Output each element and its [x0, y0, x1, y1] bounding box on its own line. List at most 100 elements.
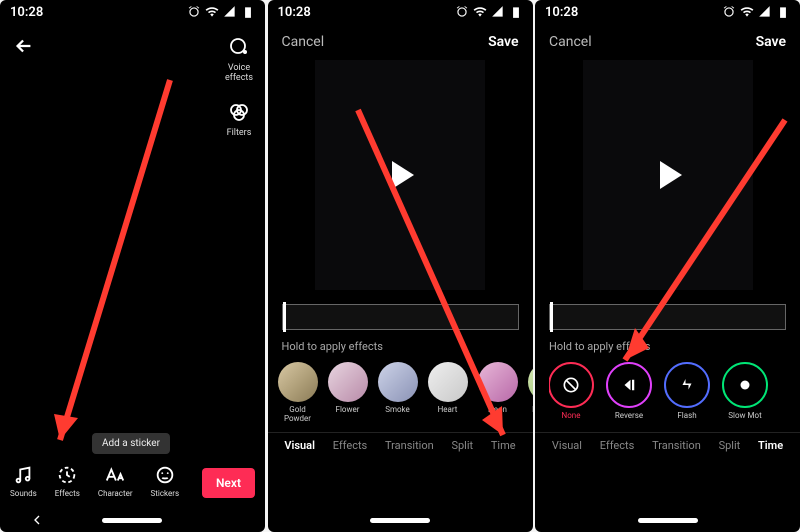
- apply-effects-hint: Hold to apply effects: [282, 340, 383, 353]
- tab-visual[interactable]: Visual: [284, 439, 315, 452]
- nav-home-pill[interactable]: [638, 518, 698, 523]
- wifi-icon: [740, 5, 754, 19]
- nav-back-icon[interactable]: [29, 512, 45, 528]
- effect-thumb: [328, 362, 368, 402]
- tab-split[interactable]: Split: [719, 439, 741, 452]
- character-label: Character: [98, 489, 133, 498]
- battery-icon: [776, 5, 790, 19]
- tab-time[interactable]: Time: [758, 439, 783, 452]
- tab-transition[interactable]: Transition: [385, 439, 434, 452]
- effect-label: Flash: [677, 412, 696, 428]
- voice-effects-button[interactable]: Voice effects: [225, 34, 253, 83]
- effect-gold-powder[interactable]: Gold Powder: [276, 362, 320, 422]
- effect-label: Smoke: [385, 406, 410, 422]
- wifi-icon: [473, 5, 487, 19]
- filters-icon: [226, 99, 252, 125]
- filters-button[interactable]: Filters: [226, 99, 252, 138]
- effect-thumb: [378, 362, 418, 402]
- filters-label: Filters: [227, 128, 252, 138]
- smiley-icon: [154, 464, 176, 486]
- effect-smoke[interactable]: Smoke: [376, 362, 420, 422]
- time-effects-row: None Reverse Flash Slow Mot: [549, 362, 800, 428]
- flash-icon: [664, 362, 710, 408]
- effect-thumb: [478, 362, 518, 402]
- apply-effects-hint: Hold to apply effects: [549, 340, 650, 353]
- effect-neon[interactable]: Neon: [476, 362, 520, 422]
- effect-label: Heart: [438, 406, 458, 422]
- text-aa-icon: [104, 464, 126, 486]
- voice-effects-icon: [226, 34, 252, 60]
- cancel-button[interactable]: Cancel: [549, 34, 592, 50]
- timeline-cursor[interactable]: [550, 302, 553, 332]
- effect-heart[interactable]: Heart: [426, 362, 470, 422]
- music-note-icon: [12, 464, 34, 486]
- tab-effects[interactable]: Effects: [333, 439, 368, 452]
- battery-icon: [241, 5, 255, 19]
- play-icon: [392, 161, 414, 189]
- wifi-icon: [205, 5, 219, 19]
- status-icons: [722, 5, 790, 19]
- arrow-left-icon: [13, 35, 35, 57]
- video-preview[interactable]: [315, 60, 485, 290]
- effect-thumb: [528, 362, 533, 402]
- effect-reverse[interactable]: Reverse: [607, 362, 651, 428]
- right-side-tools: Voice effects Filters: [225, 34, 253, 138]
- tab-time[interactable]: Time: [491, 439, 516, 452]
- timeline-bar[interactable]: [549, 304, 786, 330]
- battery-icon: [509, 5, 523, 19]
- sounds-button[interactable]: Sounds: [10, 464, 37, 498]
- status-bar: 10:28: [0, 0, 265, 24]
- alarm-icon: [722, 5, 736, 19]
- tab-visual[interactable]: Visual: [552, 439, 582, 452]
- effect-rainbow[interactable]: Rainbow: [526, 362, 533, 422]
- sounds-label: Sounds: [10, 489, 37, 498]
- effect-label: None: [562, 412, 581, 428]
- timeline-bar[interactable]: [282, 304, 519, 330]
- save-button[interactable]: Save: [488, 34, 518, 50]
- none-icon: [549, 362, 594, 408]
- alarm-icon: [455, 5, 469, 19]
- effect-slow-motion[interactable]: Slow Mot: [723, 362, 767, 428]
- status-time: 10:28: [545, 5, 578, 20]
- editor-header: Cancel Save: [268, 26, 533, 58]
- signal-icon: [223, 5, 237, 19]
- next-button[interactable]: Next: [202, 468, 255, 498]
- editor-header: Cancel Save: [535, 26, 800, 58]
- stickers-button[interactable]: Stickers: [151, 464, 180, 498]
- signal-icon: [758, 5, 772, 19]
- status-icons: [187, 5, 255, 19]
- cancel-button[interactable]: Cancel: [282, 34, 325, 50]
- effect-none[interactable]: None: [549, 362, 593, 428]
- three-phone-stage: 10:28 Voice effects: [0, 0, 800, 532]
- effect-label: Neon: [488, 406, 507, 422]
- status-time: 10:28: [278, 5, 311, 20]
- character-button[interactable]: Character: [98, 464, 133, 498]
- tab-split[interactable]: Split: [451, 439, 473, 452]
- status-time: 10:28: [10, 5, 43, 20]
- effect-category-tabs: Visual Effects Transition Split Time: [268, 432, 533, 458]
- effect-flower[interactable]: Flower: [326, 362, 370, 422]
- reverse-icon: [606, 362, 652, 408]
- effects-label: Effects: [55, 489, 80, 498]
- effect-thumb: [428, 362, 468, 402]
- phone-screen-3: 10:28 Cancel Save Hold to apply effects …: [535, 0, 800, 532]
- effect-flash[interactable]: Flash: [665, 362, 709, 428]
- status-bar: 10:28: [535, 0, 800, 24]
- effects-button[interactable]: Effects: [55, 464, 80, 498]
- nav-home-pill[interactable]: [370, 518, 430, 523]
- tab-transition[interactable]: Transition: [652, 439, 701, 452]
- back-button[interactable]: [12, 34, 36, 58]
- timeline-cursor[interactable]: [283, 302, 286, 332]
- tab-effects[interactable]: Effects: [600, 439, 635, 452]
- voice-effects-label: Voice effects: [225, 63, 253, 83]
- video-preview[interactable]: [583, 60, 753, 290]
- nav-home-pill[interactable]: [102, 518, 162, 523]
- save-button[interactable]: Save: [756, 34, 786, 50]
- android-nav-bar: [535, 508, 800, 532]
- status-bar: 10:28: [268, 0, 533, 24]
- android-nav-bar: [268, 508, 533, 532]
- play-icon: [660, 161, 682, 189]
- add-sticker-tooltip: Add a sticker: [92, 433, 170, 454]
- effect-label: Slow Mot: [728, 412, 761, 428]
- effect-thumb: [278, 362, 318, 402]
